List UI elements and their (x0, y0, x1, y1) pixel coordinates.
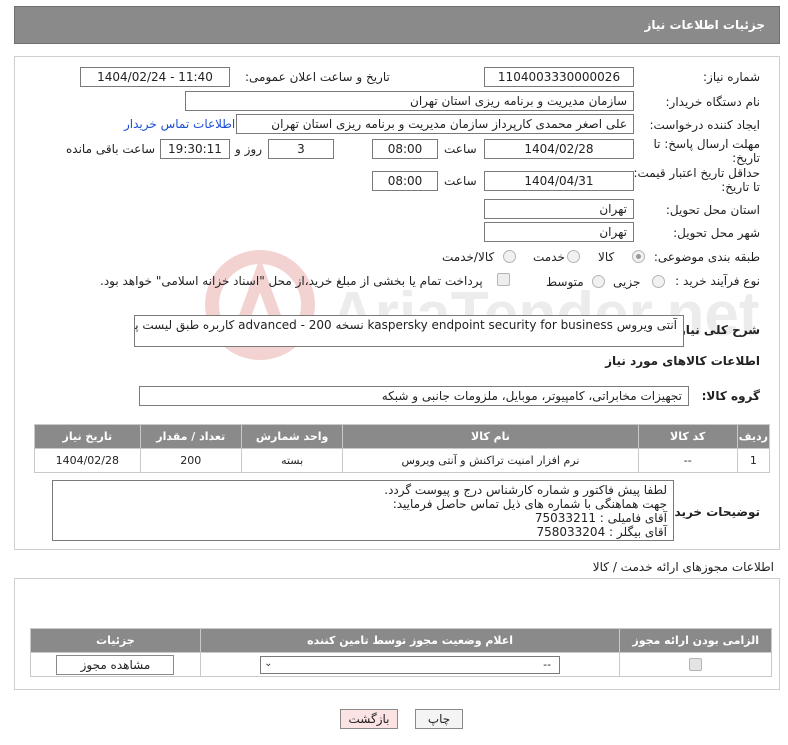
cell-name: نرم افزار امنیت تراکنش و آنتی ویروس (342, 448, 639, 473)
permit-status-value: -- (543, 657, 552, 671)
reply-time-field: 08:00 (372, 139, 438, 159)
col-permit-status: اعلام وضعیت مجوز توسط تامین کننده (199, 628, 621, 653)
col-row: ردیف (736, 424, 771, 449)
remaining-label: ساعت باقی مانده (66, 142, 156, 156)
cell-unit: بسته (240, 448, 344, 473)
col-date: تاریخ نیاز (34, 424, 141, 449)
permit-status-cell: -- ⌄ (199, 652, 621, 677)
description-label: شرح کلی نیاز: (674, 323, 760, 337)
category-option-service: خدمت (533, 250, 565, 264)
permit-required-cell (619, 652, 772, 677)
validity-date-field: 1404/04/31 (484, 171, 634, 191)
purchase-radio-medium[interactable] (592, 275, 605, 288)
category-option-both: کالا/خدمت (442, 250, 495, 264)
category-label: طبقه بندی موضوعی: (653, 250, 760, 264)
col-code: کد کالا (637, 424, 738, 449)
remaining-time-field: 19:30:11 (160, 139, 230, 159)
page-header: جزئیات اطلاعات نیاز (14, 6, 780, 44)
table-row: -- ⌄ مشاهده مجوز (30, 652, 772, 677)
col-quantity: تعداد / مقدار (139, 424, 242, 449)
permit-details-cell: مشاهده مجوز (30, 652, 201, 677)
view-permit-button[interactable]: مشاهده مجوز (56, 654, 175, 675)
purchase-option-medium: متوسط (546, 275, 584, 289)
col-unit: واحد شمارش (240, 424, 344, 449)
cell-quantity: 200 (139, 448, 242, 473)
goods-info-heading: اطلاعات کالاهای مورد نیاز (605, 354, 760, 368)
cell-row: 1 (736, 448, 771, 473)
col-permit-details: جزئیات (30, 628, 201, 653)
description-field: آنتی ویروس kaspersky endpoint security f… (134, 315, 684, 347)
cell-code: -- (637, 448, 738, 473)
goods-group-label: گروه کالا: (701, 389, 760, 403)
print-button[interactable]: چاپ (415, 709, 463, 729)
goods-table: ردیف کد کالا نام کالا واحد شمارش تعداد /… (34, 424, 771, 473)
buyer-notes-field: لطفا پیش فاکتور و شماره کارشناس درج و پی… (52, 480, 674, 541)
treasury-payment-checkbox[interactable] (497, 273, 510, 286)
permit-required-checkbox[interactable] (689, 658, 703, 672)
need-number-field: 1104003330000026 (484, 67, 634, 87)
permits-title: اطلاعات مجوزهای ارائه خدمت / کالا (592, 560, 774, 574)
goods-table-header: ردیف کد کالا نام کالا واحد شمارش تعداد /… (34, 424, 771, 449)
permit-status-select[interactable]: -- ⌄ (260, 655, 561, 674)
purchase-option-minor: جزیی (613, 275, 641, 289)
announce-datetime-field: 1404/02/24 - 11:40 (80, 67, 230, 87)
validity-time-field: 08:00 (372, 171, 438, 191)
requester-label: ایجاد کننده درخواست: (649, 118, 760, 132)
cell-date: 1404/02/28 (34, 448, 141, 473)
chevron-down-icon: ⌄ (264, 657, 273, 669)
reply-date-field: 1404/02/28 (484, 139, 634, 159)
permits-table-header: الزامی بودن ارائه مجوز اعلام وضعیت مجوز … (30, 628, 772, 653)
purchase-radio-minor[interactable] (652, 275, 665, 288)
goods-group-field: تجهیزات مخابراتی، کامپیوتر، موبایل، ملزو… (139, 386, 689, 406)
page-title: جزئیات اطلاعات نیاز (644, 18, 765, 32)
province-label: استان محل تحویل: (665, 203, 760, 217)
category-radio-goods[interactable] (632, 250, 645, 263)
city-label: شهر محل تحویل: (673, 226, 760, 240)
col-name: نام کالا (342, 424, 639, 449)
announce-datetime-label: تاریخ و ساعت اعلان عمومی: (245, 70, 390, 84)
col-permit-required: الزامی بودن ارائه مجوز (619, 628, 772, 653)
price-validity-label: حداقل تاریخ اعتبار قیمت: تا تاریخ: (633, 166, 760, 194)
validity-hour-label: ساعت (444, 174, 477, 188)
day-and-label: روز و (235, 142, 262, 156)
requester-field: علی اصغر محمدی کارپرداز سازمان مدیریت و … (236, 114, 634, 134)
reply-hour-label: ساعت (444, 142, 477, 156)
days-field: 3 (268, 139, 334, 159)
table-row: 1 -- نرم افزار امنیت تراکنش و آنتی ویروس… (34, 448, 771, 473)
treasury-payment-note: پرداخت تمام یا بخشی از مبلغ خرید،از محل … (100, 274, 483, 288)
category-option-goods: کالا (598, 250, 615, 264)
permits-table: الزامی بودن ارائه مجوز اعلام وضعیت مجوز … (30, 628, 772, 677)
province-field: تهران (484, 199, 634, 219)
purchase-type-label: نوع فرآیند خرید : (675, 274, 760, 288)
need-number-label: شماره نیاز: (703, 70, 760, 84)
back-button[interactable]: بازگشت (340, 709, 398, 729)
category-radio-service[interactable] (567, 250, 580, 263)
reply-deadline-label: مهلت ارسال پاسخ: تا تاریخ: (653, 137, 760, 165)
buyer-org-label: نام دستگاه خریدار: (665, 95, 761, 109)
buyer-org-field: سازمان مدیریت و برنامه ریزی استان تهران (185, 91, 634, 111)
buyer-contact-link[interactable]: اطلاعات تماس خریدار (124, 117, 235, 131)
category-radio-both[interactable] (503, 250, 516, 263)
city-field: تهران (484, 222, 634, 242)
